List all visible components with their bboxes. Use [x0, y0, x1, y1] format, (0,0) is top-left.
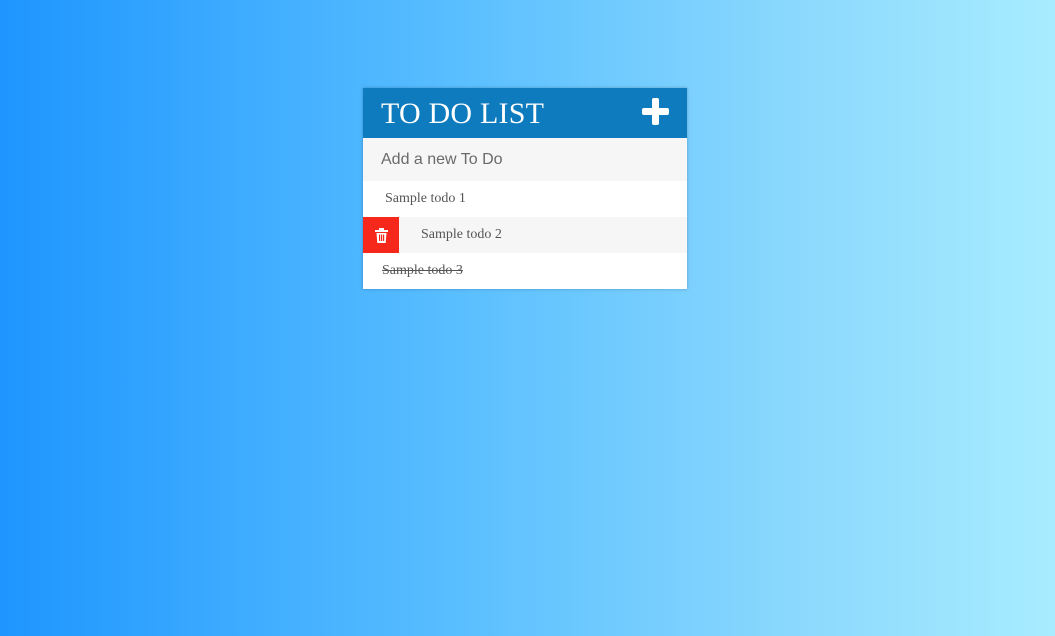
trash-icon: [374, 227, 388, 243]
todo-item[interactable]: Sample todo 1: [363, 181, 687, 217]
todo-text: Sample todo 3: [382, 263, 463, 278]
delete-button[interactable]: [363, 217, 399, 253]
todo-text: Sample todo 2: [421, 227, 502, 242]
todo-card: TO DO LIST Sample todo 1 Sample todo 2 S…: [363, 88, 687, 289]
page-title: TO DO LIST: [381, 97, 545, 130]
todo-header: TO DO LIST: [363, 88, 687, 138]
plus-icon[interactable]: [642, 98, 669, 125]
new-todo-input[interactable]: [363, 138, 687, 181]
todo-item[interactable]: Sample todo 3: [363, 253, 687, 289]
todo-item[interactable]: Sample todo 2: [363, 217, 687, 253]
todo-text: Sample todo 1: [385, 191, 466, 206]
